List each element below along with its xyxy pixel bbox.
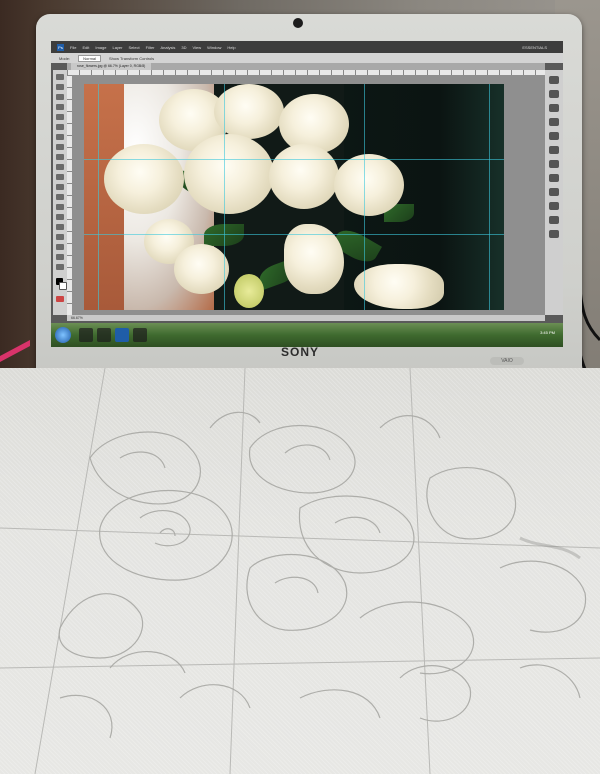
layers-panel-icon[interactable]: [549, 132, 559, 140]
mode-label: Mode:: [59, 55, 71, 61]
eraser-tool-icon[interactable]: [56, 174, 64, 180]
green-bud: [234, 274, 264, 308]
options-bar: Mode: Normal Show Transform Controls: [51, 53, 563, 63]
rose: [269, 144, 339, 209]
menu-analysis[interactable]: Analysis: [161, 45, 176, 50]
eyedropper-tool-icon[interactable]: [56, 124, 64, 130]
color-panel-icon[interactable]: [549, 76, 559, 84]
adjustments-panel-icon[interactable]: [549, 104, 559, 112]
guide-line[interactable]: [84, 159, 504, 160]
menu-window[interactable]: Window: [207, 45, 221, 50]
browser-taskbar-icon[interactable]: [97, 328, 111, 342]
photoshop-taskbar-icon[interactable]: [115, 328, 129, 342]
guide-line[interactable]: [98, 84, 99, 310]
menu-image[interactable]: Image: [95, 45, 106, 50]
rose: [184, 134, 274, 214]
guide-line[interactable]: [84, 234, 504, 235]
quick-mask-icon[interactable]: [56, 296, 64, 302]
actions-panel-icon[interactable]: [549, 188, 559, 196]
transform-controls-checkbox[interactable]: Show Transform Controls: [109, 56, 154, 61]
hand-tool-icon[interactable]: [56, 254, 64, 260]
clone-tool-icon[interactable]: [56, 154, 64, 160]
guide-line[interactable]: [364, 84, 365, 310]
healing-tool-icon[interactable]: [56, 134, 64, 140]
guide-line[interactable]: [224, 84, 225, 310]
rose: [334, 154, 404, 216]
guide-line[interactable]: [489, 84, 490, 310]
type-tool-icon[interactable]: [56, 224, 64, 230]
laptop-screen: Ps File Edit Image Layer Select Filter A…: [51, 41, 563, 347]
background-color-swatch[interactable]: [59, 282, 67, 290]
menu-file[interactable]: File: [70, 45, 76, 50]
menu-layer[interactable]: Layer: [112, 45, 122, 50]
explorer-taskbar-icon[interactable]: [79, 328, 93, 342]
rose: [104, 144, 184, 214]
media-taskbar-icon[interactable]: [133, 328, 147, 342]
menu-edit[interactable]: Edit: [82, 45, 89, 50]
info-panel-icon[interactable]: [549, 216, 559, 224]
paths-panel-icon[interactable]: [549, 160, 559, 168]
start-button[interactable]: [55, 327, 71, 343]
brush-panel-icon[interactable]: [549, 202, 559, 210]
crop-tool-icon[interactable]: [56, 114, 64, 120]
status-bar: 66.67%: [67, 315, 545, 321]
menu-view[interactable]: View: [193, 45, 202, 50]
menu-3d[interactable]: 3D: [181, 45, 186, 50]
quick-select-tool-icon[interactable]: [56, 104, 64, 110]
windows-taskbar: 3:45 PM: [51, 323, 563, 347]
pen-tool-icon[interactable]: [56, 214, 64, 220]
mode-select[interactable]: Normal: [78, 54, 102, 62]
shape-tool-icon[interactable]: [56, 244, 64, 250]
tools-panel: [53, 70, 67, 315]
masks-panel-icon[interactable]: [549, 118, 559, 126]
workspace-switcher[interactable]: ESSENTIALS: [522, 45, 547, 50]
lasso-tool-icon[interactable]: [56, 94, 64, 100]
history-brush-tool-icon[interactable]: [56, 164, 64, 170]
right-panel-dock: [545, 70, 563, 315]
photoshop-logo: Ps: [57, 43, 64, 51]
marquee-tool-icon[interactable]: [56, 84, 64, 90]
history-panel-icon[interactable]: [549, 174, 559, 182]
move-tool-icon[interactable]: [56, 74, 64, 80]
laptop-model-badge: VAIO: [490, 357, 524, 365]
bouquet-photo[interactable]: [84, 84, 504, 310]
dodge-tool-icon[interactable]: [56, 204, 64, 210]
menu-select[interactable]: Select: [129, 45, 140, 50]
brush-tool-icon[interactable]: [56, 144, 64, 150]
smudge: [519, 536, 581, 560]
blur-tool-icon[interactable]: [56, 194, 64, 200]
channels-panel-icon[interactable]: [549, 146, 559, 154]
navigator-panel-icon[interactable]: [549, 230, 559, 238]
pencil-sketch: [0, 368, 600, 774]
rose: [174, 244, 229, 294]
menu-filter[interactable]: Filter: [146, 45, 155, 50]
swatches-panel-icon[interactable]: [549, 90, 559, 98]
system-clock: 3:45 PM: [540, 330, 555, 335]
document-tabbar: rose_flowers.jpg @ 66.7% (Layer 0, RGB/8…: [67, 63, 545, 70]
document-tab[interactable]: rose_flowers.jpg @ 66.7% (Layer 0, RGB/8…: [71, 63, 152, 70]
path-select-tool-icon[interactable]: [56, 234, 64, 240]
zoom-tool-icon[interactable]: [56, 264, 64, 270]
webcam: [293, 18, 303, 28]
gradient-tool-icon[interactable]: [56, 184, 64, 190]
menu-help[interactable]: Help: [227, 45, 235, 50]
photoshop-menubar: Ps File Edit Image Layer Select Filter A…: [51, 41, 563, 53]
